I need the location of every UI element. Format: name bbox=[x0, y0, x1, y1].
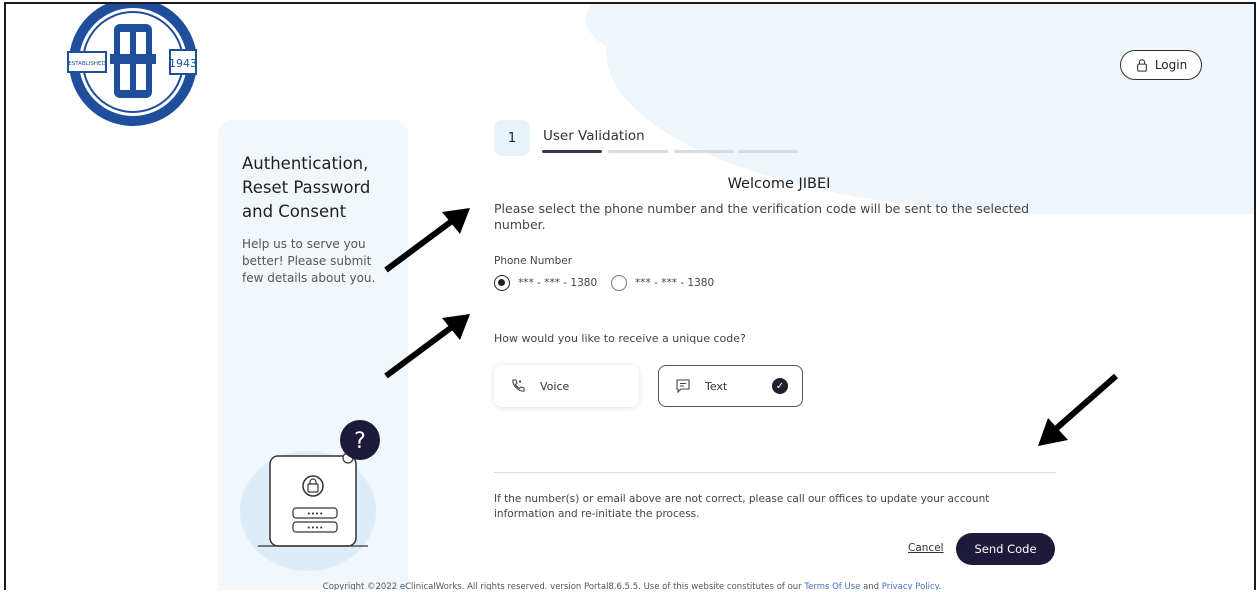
sidebar-description: Help us to serve you better! Please subm… bbox=[242, 237, 376, 285]
radio-button[interactable] bbox=[611, 275, 627, 291]
terms-of-use-link[interactable]: Terms Of Use bbox=[804, 582, 860, 590]
phone-option-1-label: *** - *** - 1380 bbox=[518, 277, 598, 289]
voice-option-label: Voice bbox=[540, 379, 570, 393]
login-illustration: •••• •••• ? bbox=[238, 416, 398, 576]
phone-number-label: Phone Number bbox=[494, 255, 573, 267]
contact-notice: If the number(s) or email above are not … bbox=[494, 493, 990, 520]
step-progress-bar-1 bbox=[542, 150, 602, 153]
text-option-card[interactable]: Text ✓ bbox=[658, 365, 803, 407]
page-frame: ESTABLISHED 1943 Login Authentication, R… bbox=[4, 2, 1256, 590]
union-logo: ESTABLISHED 1943 bbox=[66, 4, 200, 130]
cancel-link[interactable]: Cancel bbox=[908, 542, 944, 554]
voice-option-card[interactable]: Voice bbox=[494, 365, 639, 407]
step-progress-bar-4 bbox=[738, 150, 798, 153]
annotation-arrow-3 bbox=[1038, 373, 1118, 446]
svg-text:••••: •••• bbox=[307, 510, 324, 518]
phone-icon bbox=[512, 379, 525, 392]
footer-and: and bbox=[860, 582, 882, 590]
footer-copyright: Copyright ©2022 eClinicalWorks. All righ… bbox=[322, 582, 805, 590]
login-label: Login bbox=[1154, 58, 1188, 72]
footer: Copyright ©2022 eClinicalWorks. All righ… bbox=[6, 582, 1254, 590]
step-progress-bar-3 bbox=[674, 150, 734, 153]
sidebar-title: Authentication, Reset Password and Conse… bbox=[242, 154, 371, 221]
lock-icon bbox=[1136, 59, 1147, 72]
phone-option-2-label: *** - *** - 1380 bbox=[635, 277, 715, 289]
code-method-question: How would you like to receive a unique c… bbox=[494, 332, 746, 345]
checkmark-icon: ✓ bbox=[772, 378, 788, 394]
step-number: 1 bbox=[494, 120, 530, 156]
svg-text:••••: •••• bbox=[307, 524, 324, 532]
help-question-icon: ? bbox=[354, 429, 366, 454]
logo-established-text: ESTABLISHED bbox=[68, 61, 105, 67]
footer-period: . bbox=[938, 582, 942, 590]
radio-button-selected[interactable] bbox=[494, 275, 510, 291]
phone-option-2[interactable]: *** - *** - 1380 bbox=[611, 274, 714, 292]
instruction-text: Please select the phone number and the v… bbox=[494, 201, 1030, 232]
send-code-button[interactable]: Send Code bbox=[956, 533, 1055, 565]
step-label: User Validation bbox=[543, 128, 645, 144]
privacy-policy-link[interactable]: Privacy Policy bbox=[882, 582, 939, 590]
annotation-arrow-1 bbox=[384, 208, 470, 273]
welcome-heading: Welcome JIBEI bbox=[727, 176, 831, 192]
annotation-arrow-2 bbox=[384, 314, 470, 379]
text-option-label: Text bbox=[705, 379, 728, 393]
login-button[interactable]: Login bbox=[1120, 50, 1202, 80]
message-icon bbox=[676, 379, 690, 394]
logo-year-text: 1943 bbox=[169, 57, 197, 70]
phone-option-1[interactable]: *** - *** - 1380 bbox=[494, 274, 597, 292]
step-progress-bar-2 bbox=[608, 150, 668, 153]
divider bbox=[494, 472, 1056, 473]
